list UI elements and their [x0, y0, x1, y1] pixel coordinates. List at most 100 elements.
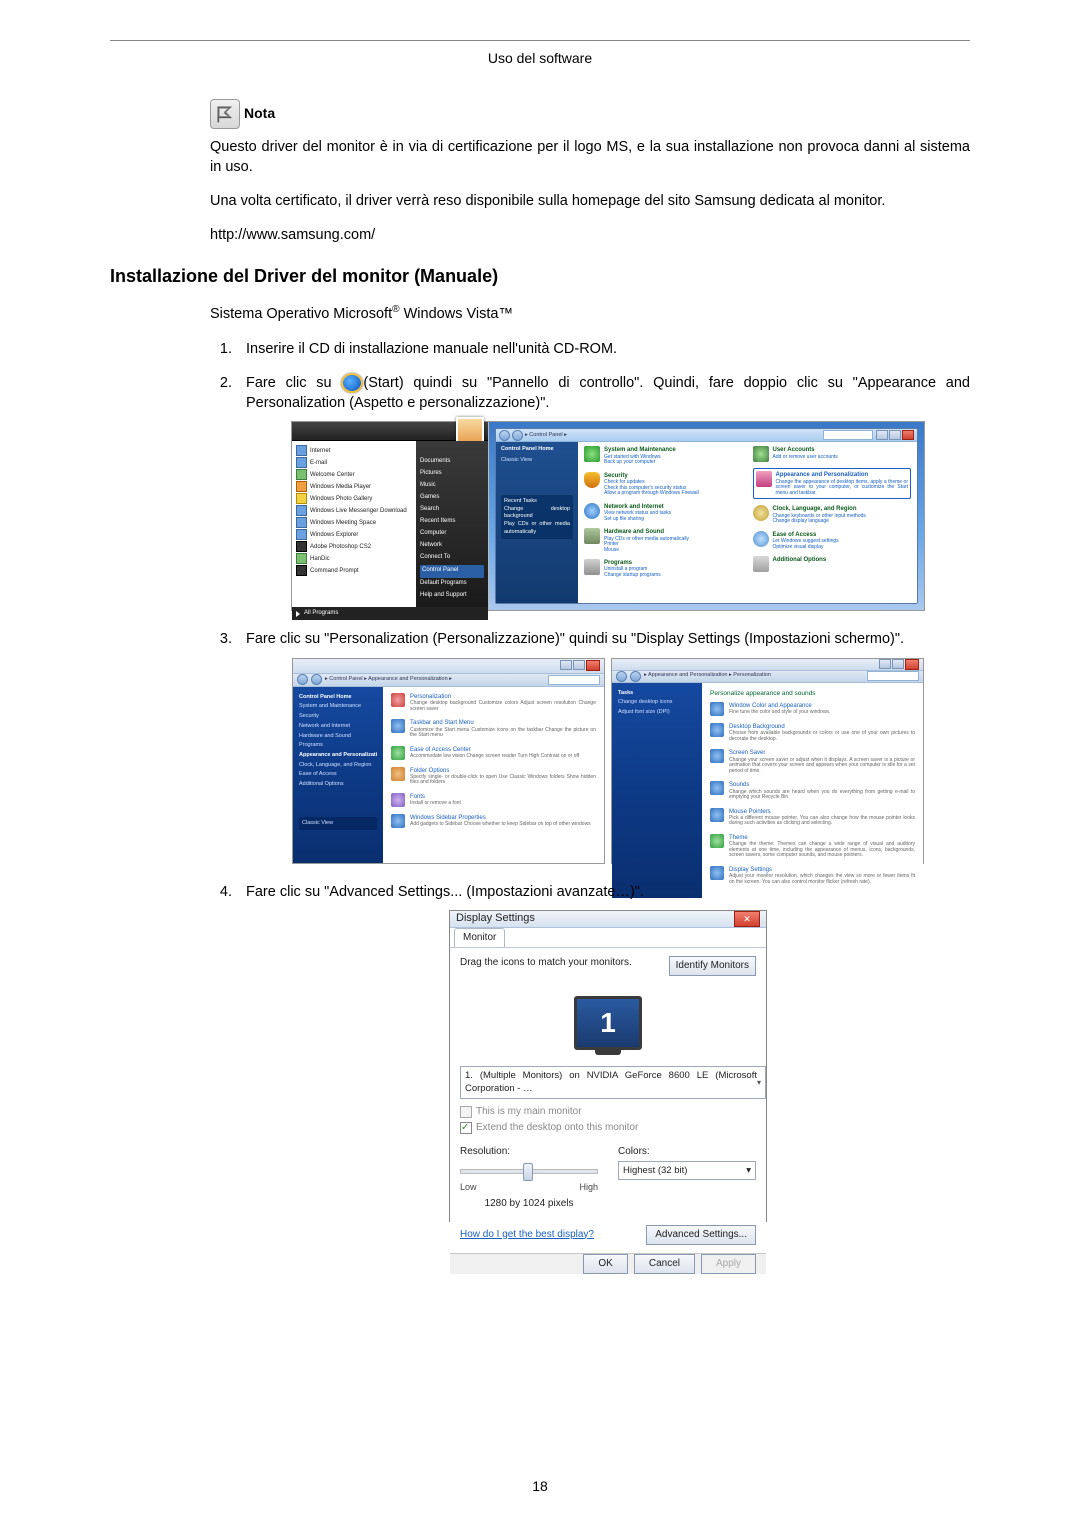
start-item[interactable]: Windows Meeting Space	[296, 517, 412, 528]
start-dark-item[interactable]: Search	[420, 505, 484, 516]
step-3-text: Fare clic su "Personalization (Personali…	[246, 631, 904, 647]
page-header: Uso del software	[110, 49, 970, 69]
close-button[interactable]	[902, 430, 914, 440]
checkbox-extend-label: Extend the desktop onto this monitor	[476, 1121, 638, 1135]
personalization-item[interactable]: Desktop BackgroundChoose from available …	[710, 723, 915, 742]
identify-button[interactable]: Identify Monitors	[669, 956, 756, 976]
forward-button[interactable]	[630, 671, 641, 682]
close-button[interactable]: ✕	[734, 911, 760, 927]
sidebar-item[interactable]: Ease of Access	[299, 771, 377, 779]
help-link[interactable]: How do I get the best display?	[460, 1228, 594, 1242]
personalization-item[interactable]: ThemeChange the theme. Themes can change…	[710, 834, 915, 859]
personalization-item[interactable]: Display SettingsAdjust your monitor reso…	[710, 866, 915, 885]
start-dark-item[interactable]: Games	[420, 493, 484, 504]
search-input[interactable]	[548, 675, 600, 685]
resolution-slider[interactable]: LowHigh	[460, 1161, 598, 1179]
start-dark-item[interactable]: Computer	[420, 529, 484, 540]
os-prefix: Sistema Operativo Microsoft	[210, 306, 392, 322]
cp-item[interactable]: Network and InternetView network status …	[584, 503, 743, 522]
os-line: Sistema Operativo Microsoft® Windows Vis…	[210, 303, 970, 324]
monitor-dropdown[interactable]: 1. (Multiple Monitors) on NVIDIA GeForce…	[460, 1066, 766, 1099]
start-item[interactable]: Welcome Center	[296, 469, 412, 480]
start-dark-item[interactable]: Connect To	[420, 553, 484, 564]
cp-item[interactable]: Ease of AccessLet Windows suggest settin…	[753, 531, 912, 550]
cp-link[interactable]: Folder OptionsSpecify single- or double-…	[391, 767, 596, 786]
sidebar-item[interactable]: Hardware and Sound	[299, 733, 377, 741]
start-item[interactable]: Command Prompt	[296, 565, 412, 576]
cp-item[interactable]: SecurityCheck for updatesCheck this comp…	[584, 472, 743, 497]
start-dark-item[interactable]: Pictures	[420, 469, 484, 480]
start-dark-item[interactable]: Music	[420, 481, 484, 492]
cp-item[interactable]: User AccountsAdd or remove user accounts	[753, 446, 912, 462]
start-dark-item[interactable]: Recent Items	[420, 517, 484, 528]
apply-button: Apply	[701, 1254, 756, 1274]
search-input[interactable]	[867, 671, 919, 681]
start-dark-item[interactable]: Network	[420, 541, 484, 552]
monitor-dropdown-value: 1. (Multiple Monitors) on NVIDIA GeForce…	[465, 1069, 757, 1096]
forward-button[interactable]	[512, 430, 523, 441]
start-dark-item[interactable]: Control Panel	[420, 565, 484, 578]
minimize-button[interactable]	[876, 430, 888, 440]
maximize-button[interactable]	[889, 430, 901, 440]
sidebar-item[interactable]: Change desktop icons	[618, 699, 696, 707]
start-item[interactable]: Windows Explorer	[296, 529, 412, 540]
minimize-button[interactable]	[560, 660, 572, 670]
checkbox-main-label: This is my main monitor	[476, 1105, 582, 1119]
sidebar-item[interactable]: Adjust font size (DPI)	[618, 709, 696, 717]
personalization-item[interactable]: SoundsChange which sounds are heard when…	[710, 781, 915, 800]
personalization-item[interactable]: Mouse PointersPick a different mouse poi…	[710, 808, 915, 827]
side-bottom-box: Classic View	[299, 817, 377, 831]
start-item[interactable]: Windows Media Player	[296, 481, 412, 492]
monitor-icon[interactable]: 1	[574, 996, 642, 1050]
sidebar-item[interactable]: Clock, Language, and Region	[299, 762, 377, 770]
start-item[interactable]: Internet	[296, 445, 412, 456]
sidebar-item[interactable]: Security	[299, 713, 377, 721]
back-button[interactable]	[616, 671, 627, 682]
close-button[interactable]	[905, 659, 919, 670]
cp-item[interactable]: Hardware and SoundPlay CDs or other medi…	[584, 528, 743, 553]
sidebar-item[interactable]: Network and Internet	[299, 723, 377, 731]
personalization-item[interactable]: Window Color and AppearanceFine tune the…	[710, 702, 915, 716]
cp-item[interactable]: System and MaintenanceGet started with W…	[584, 446, 743, 465]
forward-button[interactable]	[311, 674, 322, 685]
cp-link[interactable]: Ease of Access CenterAccommodate low vis…	[391, 746, 596, 760]
breadcrumb: ▸ Control Panel ▸	[525, 432, 567, 440]
cp-item[interactable]: Additional Options	[753, 556, 912, 572]
cp-item[interactable]: ProgramsUninstall a programChange startu…	[584, 559, 743, 578]
sidebar-item[interactable]: Programs	[299, 742, 377, 750]
sidebar-item[interactable]: Additional Options	[299, 781, 377, 789]
personalization-item[interactable]: Screen SaverChange your screen saver or …	[710, 749, 915, 774]
start-item[interactable]: Windows Live Messenger Download	[296, 505, 412, 516]
ok-button[interactable]: OK	[583, 1254, 627, 1274]
start-dark-item[interactable]: Documents	[420, 457, 484, 468]
minimize-button[interactable]	[879, 659, 891, 669]
colors-dropdown[interactable]: Highest (32 bit)▾	[618, 1161, 756, 1180]
cp-link[interactable]: Windows Sidebar PropertiesAdd gadgets to…	[391, 814, 596, 828]
close-button[interactable]	[586, 660, 600, 671]
start-item[interactable]: HanDic	[296, 553, 412, 564]
cp-link[interactable]: PersonalizationChange desktop background…	[391, 693, 596, 712]
sidebar-item[interactable]: System and Maintenance	[299, 703, 377, 711]
step-1: Inserire il CD di installazione manuale …	[236, 339, 970, 359]
back-button[interactable]	[499, 430, 510, 441]
start-item[interactable]: Windows Photo Gallery	[296, 493, 412, 504]
cp-side-classic[interactable]: Classic View	[501, 457, 573, 465]
cp-item[interactable]: Clock, Language, and RegionChange keyboa…	[753, 505, 912, 524]
sidebar-item[interactable]: Appearance and Personalization	[299, 752, 377, 760]
start-dark-item[interactable]	[420, 445, 484, 456]
cp-item[interactable]: Appearance and PersonalizationChange the…	[753, 468, 912, 499]
cp-link[interactable]: FontsInstall or remove a font	[391, 793, 596, 807]
advanced-settings-button[interactable]: Advanced Settings...	[646, 1225, 756, 1245]
cancel-button[interactable]: Cancel	[634, 1254, 695, 1274]
maximize-button[interactable]	[573, 660, 585, 670]
cp-link[interactable]: Taskbar and Start MenuCustomize the Star…	[391, 719, 596, 738]
maximize-button[interactable]	[892, 659, 904, 669]
start-dark-item[interactable]: Default Programs	[420, 579, 484, 590]
back-button[interactable]	[297, 674, 308, 685]
tab-monitor[interactable]: Monitor	[454, 928, 505, 947]
checkbox-main-monitor: This is my main monitor	[460, 1105, 756, 1119]
start-item[interactable]: Adobe Photoshop CS2	[296, 541, 412, 552]
search-input[interactable]	[823, 430, 873, 440]
start-item[interactable]: E-mail	[296, 457, 412, 468]
start-dark-item[interactable]: Help and Support	[420, 591, 484, 602]
